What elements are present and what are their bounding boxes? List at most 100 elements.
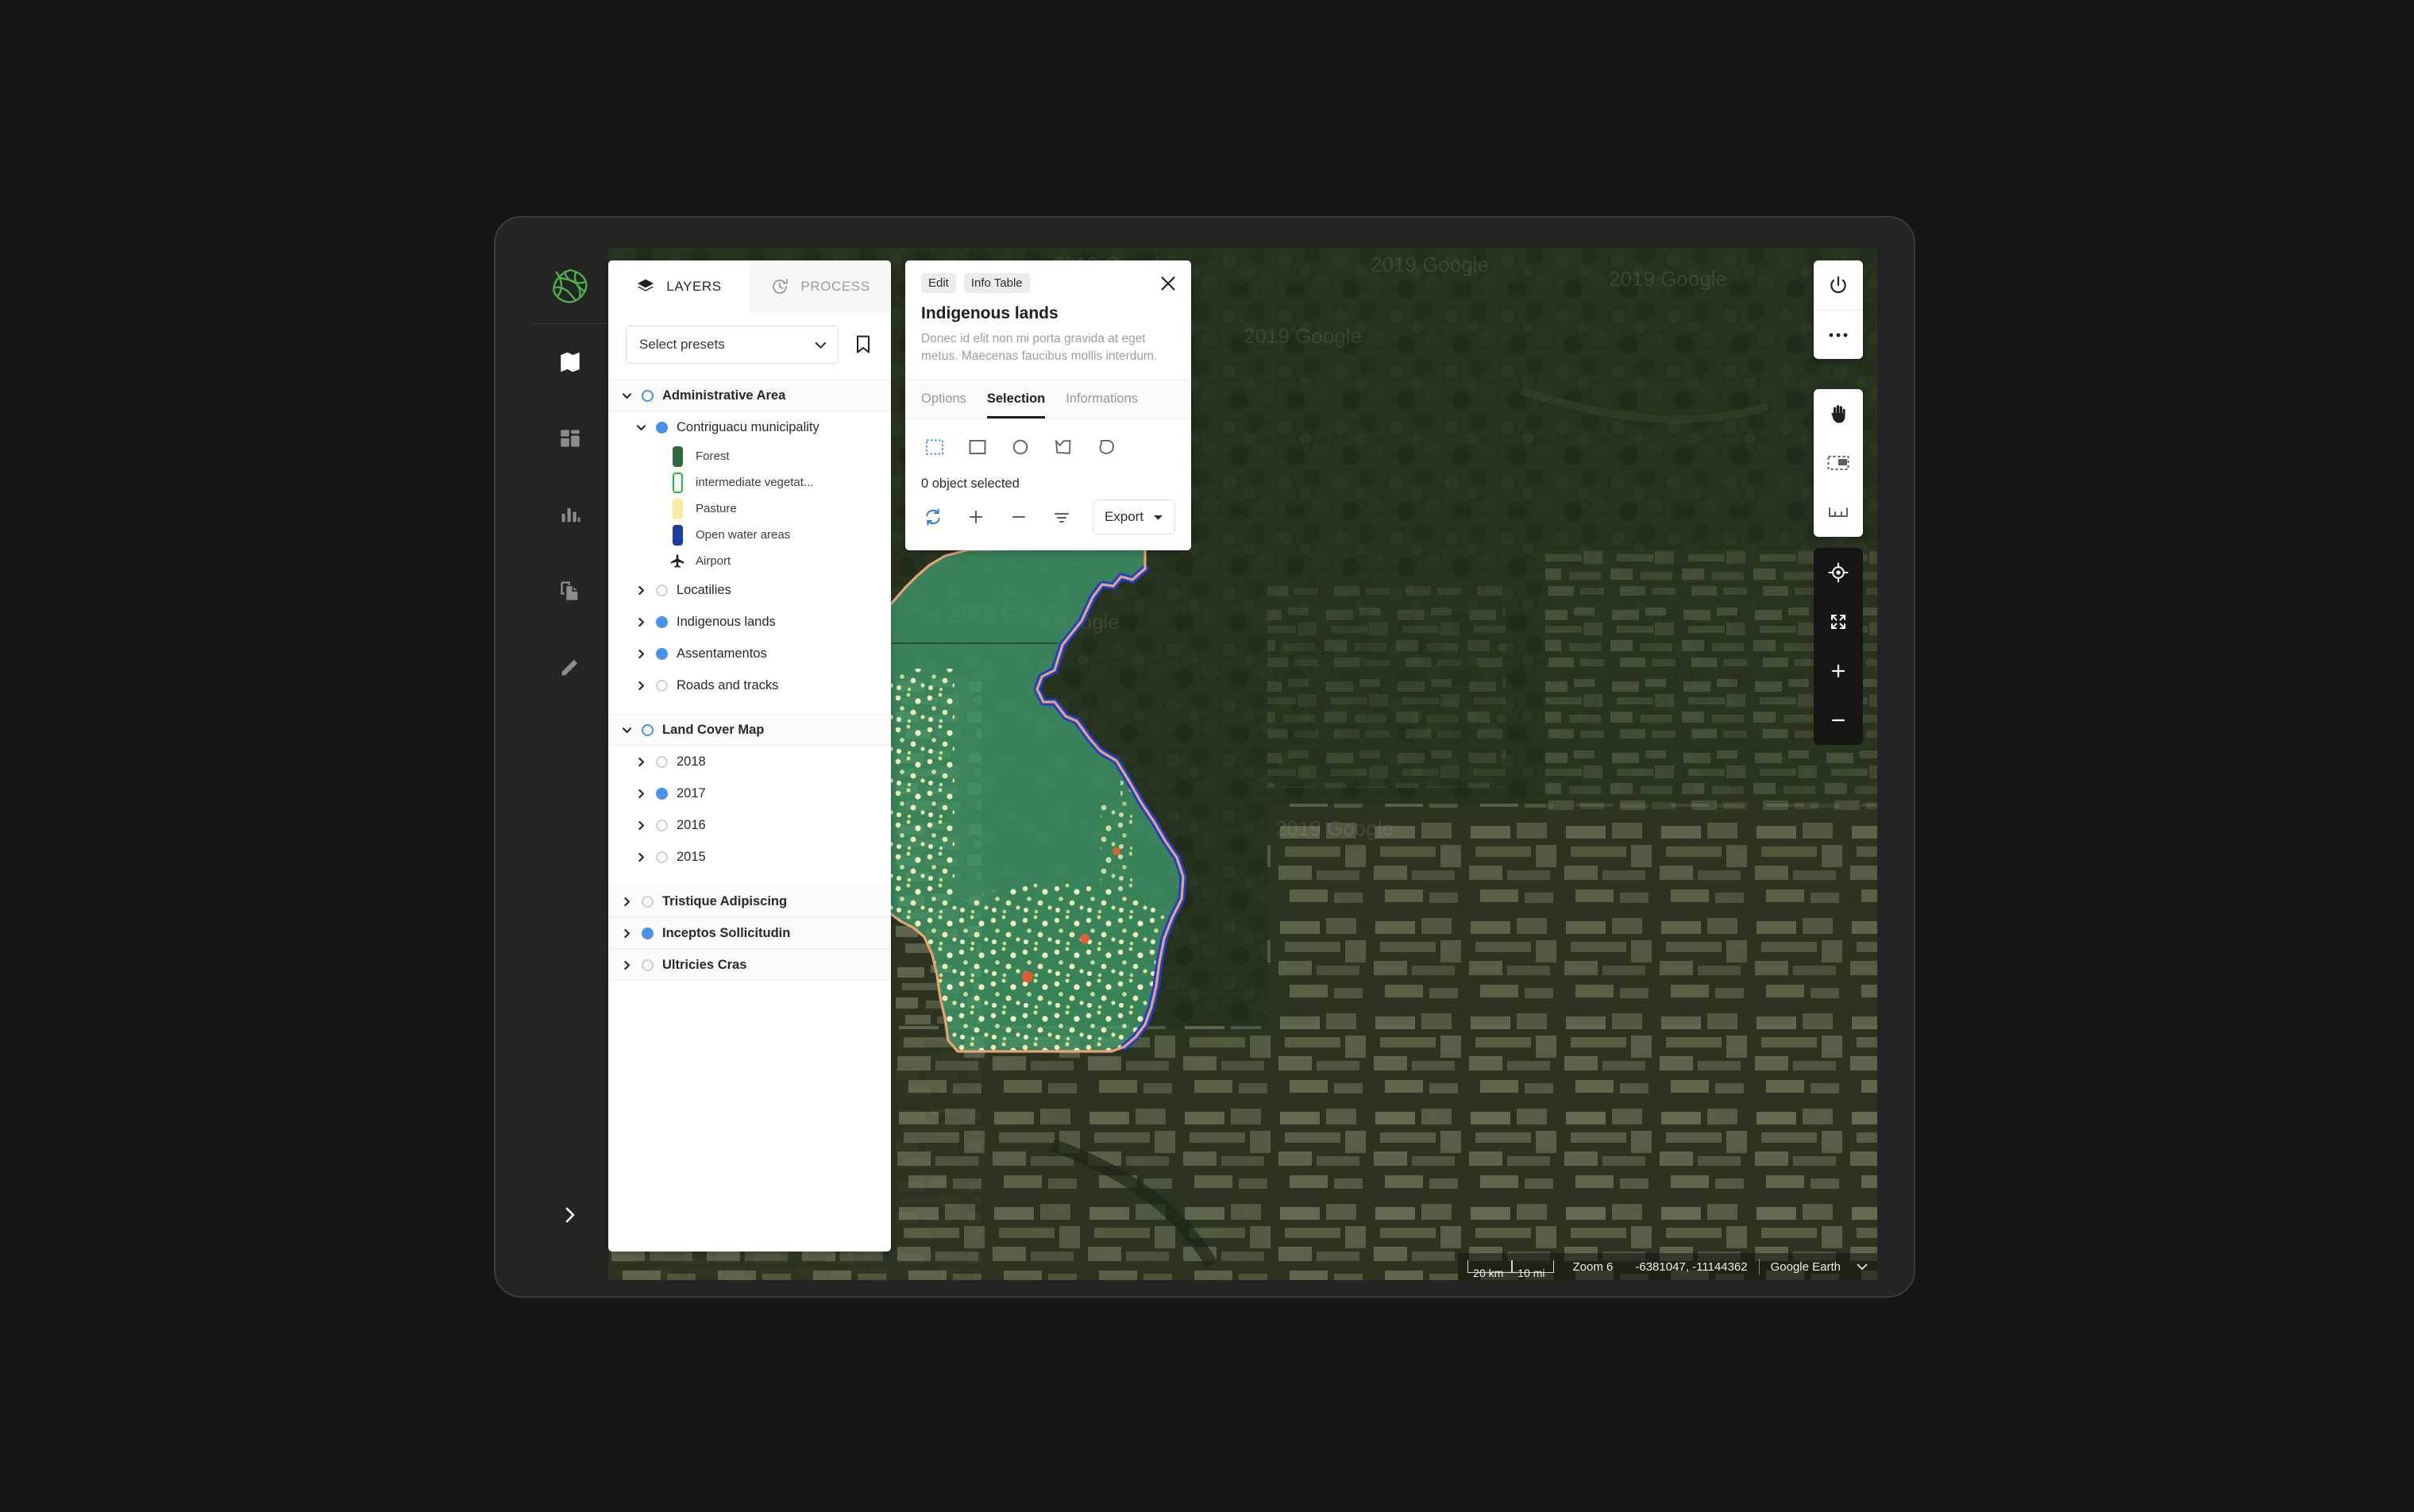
map-tools-middle[interactable] [1814, 389, 1863, 537]
plus-icon[interactable] [964, 504, 988, 530]
locate-target-icon[interactable] [1814, 548, 1863, 597]
more-horizontal-icon[interactable] [1814, 310, 1863, 359]
layer-toggle[interactable] [637, 927, 657, 939]
chevron-right-icon[interactable] [630, 617, 651, 627]
layer-visibility-toggle[interactable] [655, 819, 668, 831]
basemap-caret-down-icon[interactable] [1852, 1253, 1877, 1280]
tab-layers[interactable]: LAYERS [608, 260, 750, 313]
chevron-down-icon[interactable] [616, 725, 637, 735]
layer-group-row[interactable]: Land Cover Map [608, 714, 891, 746]
lasso-select-icon[interactable] [1093, 434, 1120, 461]
layer-row[interactable]: Indigenous lands [608, 606, 891, 638]
pan-hand-icon[interactable] [1814, 389, 1863, 438]
info-table-chip[interactable]: Info Table [963, 273, 1030, 293]
bar-chart-icon[interactable] [532, 476, 608, 553]
dashboard-grid-icon[interactable] [532, 400, 608, 476]
tab-process[interactable]: PROCESS [750, 260, 891, 313]
layer-visibility-toggle[interactable] [655, 755, 668, 768]
zoom-out-icon[interactable] [1814, 696, 1863, 745]
layer-row[interactable]: Contriguacu municipality [608, 411, 891, 443]
tab-selection[interactable]: Selection [986, 380, 1046, 418]
chevron-right-icon[interactable] [630, 585, 651, 596]
layer-toggle[interactable] [651, 787, 672, 800]
layer-toggle[interactable] [651, 755, 672, 768]
bookmark-icon[interactable] [850, 331, 877, 358]
layer-visibility-toggle[interactable] [655, 679, 668, 692]
preset-select[interactable]: Select presets [626, 326, 839, 364]
chevron-right-icon[interactable] [616, 928, 637, 939]
layer-row[interactable]: 2018 [608, 746, 891, 777]
layer-row[interactable]: 2017 [608, 777, 891, 809]
layer-visibility-toggle[interactable] [655, 584, 668, 596]
layer-group-row[interactable]: Administrative Area [608, 380, 891, 411]
layer-row[interactable]: Locatilies [608, 574, 891, 606]
layer-toggle[interactable] [637, 389, 657, 402]
layer-visibility-toggle[interactable] [655, 615, 668, 628]
layer-visibility-toggle[interactable] [641, 895, 654, 908]
layer-tree[interactable]: Administrative Area Contriguacu municipal… [608, 378, 891, 1252]
layer-visibility-toggle[interactable] [655, 850, 668, 863]
layer-toggle[interactable] [651, 679, 672, 692]
close-icon[interactable] [1159, 275, 1177, 292]
chevron-right-icon[interactable] [630, 681, 651, 691]
layer-visibility-toggle[interactable] [655, 787, 668, 800]
expand-sidebar-button[interactable] [532, 1177, 608, 1253]
polygon-select-icon[interactable] [1050, 434, 1077, 461]
layer-toggle[interactable] [651, 421, 672, 434]
layer-toggle[interactable] [651, 647, 672, 660]
layer-toggle[interactable] [651, 584, 672, 596]
layer-visibility-toggle[interactable] [655, 647, 668, 660]
layer-visibility-toggle[interactable] [641, 958, 654, 971]
layer-row[interactable]: 2015 [608, 841, 891, 873]
chevron-right-icon[interactable] [630, 852, 651, 862]
layer-group-row[interactable]: Ultricies Cras [608, 949, 891, 981]
chevron-down-icon[interactable] [616, 391, 637, 401]
edit-chip[interactable]: Edit [921, 273, 956, 293]
svg-text:2019 Google: 2019 Google [1244, 324, 1362, 348]
tab-options[interactable]: Options [921, 380, 966, 418]
layer-row[interactable]: Roads and tracks [608, 669, 891, 701]
layer-visibility-toggle[interactable] [641, 723, 654, 736]
chevron-right-icon[interactable] [630, 820, 651, 831]
chevron-right-icon[interactable] [630, 649, 651, 659]
layer-toggle[interactable] [651, 819, 672, 831]
map-icon[interactable] [532, 324, 608, 400]
layer-group-row[interactable]: Tristique Adipiscing [608, 885, 891, 917]
chevron-right-icon[interactable] [630, 757, 651, 767]
pencil-edit-icon[interactable] [532, 629, 608, 705]
fullscreen-expand-icon[interactable] [1814, 597, 1863, 646]
layer-toggle[interactable] [637, 895, 657, 908]
marquee-select-icon[interactable] [921, 434, 948, 461]
layer-visibility-toggle[interactable] [641, 389, 654, 402]
export-button[interactable]: Export [1093, 499, 1175, 534]
layer-visibility-toggle[interactable] [655, 421, 668, 434]
chevron-right-icon[interactable] [616, 960, 637, 970]
documents-icon[interactable] [532, 553, 608, 629]
layer-toggle[interactable] [637, 958, 657, 971]
layer-visibility-toggle[interactable] [641, 927, 654, 939]
circle-select-icon[interactable] [1007, 434, 1034, 461]
select-area-icon[interactable] [1814, 438, 1863, 488]
chevron-right-icon[interactable] [616, 897, 637, 907]
layer-row[interactable]: Assentamentos [608, 638, 891, 669]
layer-row[interactable]: 2016 [608, 809, 891, 841]
map-tools-top[interactable] [1814, 260, 1863, 359]
layer-toggle[interactable] [651, 850, 672, 863]
layer-group-row[interactable]: Inceptos Sollicitudin [608, 917, 891, 949]
left-icon-rail[interactable] [532, 248, 608, 1280]
app-logo[interactable] [532, 248, 608, 324]
power-icon[interactable] [1814, 260, 1863, 310]
rectangle-select-icon[interactable] [964, 434, 991, 461]
minus-icon[interactable] [1007, 504, 1031, 530]
layer-label: Land Cover Map [662, 722, 765, 737]
measure-icon[interactable] [1814, 488, 1863, 537]
layer-toggle[interactable] [637, 723, 657, 736]
layer-toggle[interactable] [651, 615, 672, 628]
chevron-down-icon[interactable] [630, 422, 651, 433]
refresh-icon[interactable] [921, 504, 945, 530]
chevron-right-icon[interactable] [630, 789, 651, 799]
filter-icon[interactable] [1050, 504, 1074, 530]
tab-informations[interactable]: Informations [1066, 380, 1138, 418]
map-tools-bottom[interactable] [1814, 548, 1863, 745]
zoom-in-icon[interactable] [1814, 646, 1863, 696]
